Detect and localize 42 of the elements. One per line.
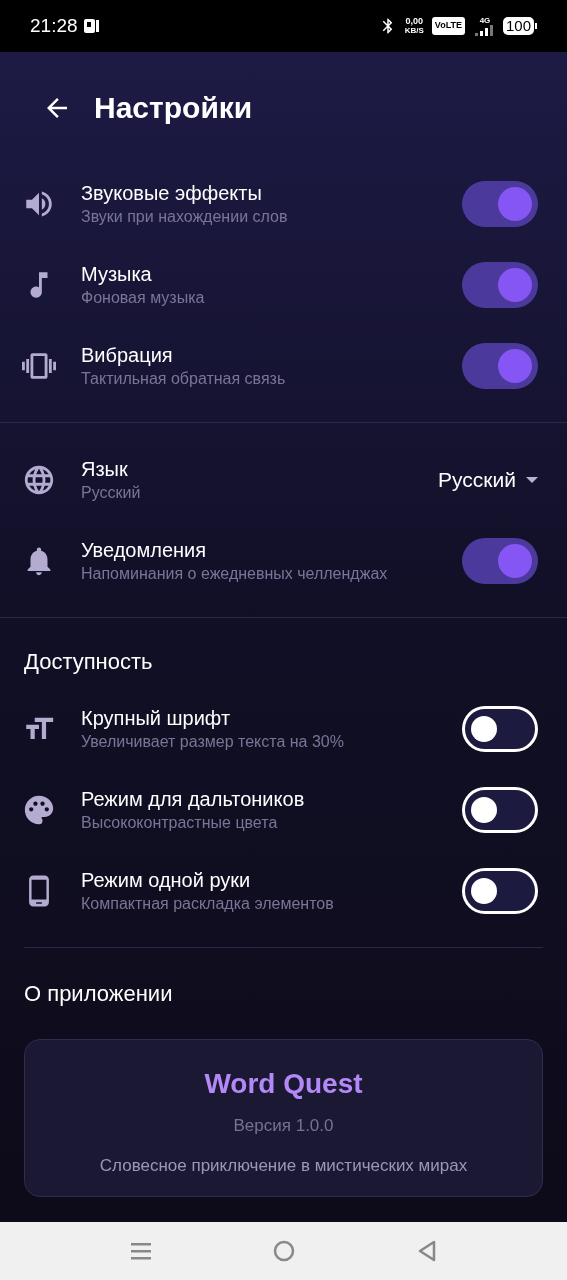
setting-description: Компактная раскладка элементов <box>81 893 335 914</box>
section-heading: О приложении <box>24 980 173 1008</box>
toggle-switch[interactable] <box>462 786 538 833</box>
status-time: 21:28 <box>30 13 78 38</box>
setting-title: Вибрация <box>81 342 174 368</box>
app-version: Версия 1.0.0 <box>233 1115 334 1137</box>
net-unit: KB/S <box>404 26 424 35</box>
app-tagline: Словесное приключение в мистических мирах <box>99 1154 468 1177</box>
volte-badge: VoLTE <box>431 17 465 35</box>
battery-level: 100 <box>502 17 534 35</box>
toggle-switch[interactable] <box>462 261 538 308</box>
setting-title: Режим одной руки <box>81 867 252 893</box>
setting-description: Увеличивает размер текста на 30% <box>81 731 345 752</box>
toggle-switch[interactable] <box>462 867 538 914</box>
setting-title: Крупный шрифт <box>81 705 232 731</box>
setting-description: Высококонтрастные цвета <box>81 812 279 833</box>
notification-icon <box>83 18 100 34</box>
setting-title: Режим для дальтоников <box>81 786 306 812</box>
setting-title: Уведомления <box>81 537 208 563</box>
home-icon[interactable] <box>273 1240 296 1262</box>
toggle-switch[interactable] <box>462 537 538 584</box>
language-dropdown[interactable]: Русский <box>438 463 538 496</box>
net-speed: 0,00 <box>405 17 423 26</box>
setting-description: Тактильная обратная связь <box>81 368 287 389</box>
signal-icon <box>474 24 495 36</box>
caret-icon <box>526 476 538 483</box>
setting-title: Музыка <box>81 261 153 287</box>
setting-description: Звуки при нахождении слов <box>81 206 289 227</box>
setting-description: Напоминания о ежедневных челленджах <box>81 563 389 584</box>
menu-icon[interactable] <box>131 1241 152 1261</box>
setting-title: Язык <box>81 456 129 482</box>
app-name: Word Quest <box>204 1067 363 1101</box>
setting-title: Звуковые эффекты <box>81 180 263 206</box>
setting-description: Фоновая музыка <box>81 287 206 308</box>
toggle-switch[interactable] <box>462 180 538 227</box>
page-title: Настройки <box>94 90 253 126</box>
back-nav-icon[interactable] <box>417 1240 436 1262</box>
section-heading: Доступность <box>24 647 153 676</box>
toggle-switch[interactable] <box>462 342 538 389</box>
setting-description: Русский <box>81 482 142 503</box>
network-type: 4G <box>479 16 491 25</box>
toggle-switch[interactable] <box>462 705 538 752</box>
